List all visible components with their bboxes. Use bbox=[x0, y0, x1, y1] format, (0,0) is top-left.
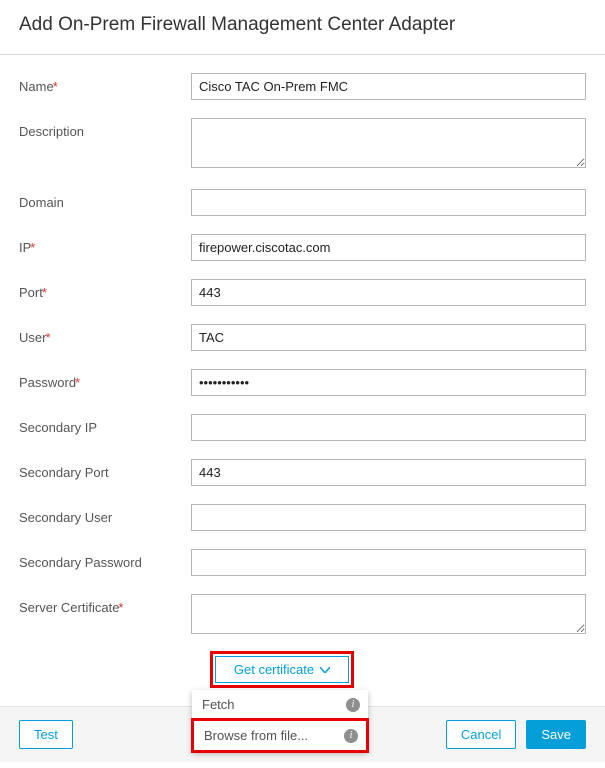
label-description: Description bbox=[19, 118, 191, 139]
domain-input[interactable] bbox=[191, 189, 586, 216]
label-ip: IP* bbox=[19, 234, 191, 255]
form: Name* Description Domain IP* Port* User*… bbox=[0, 55, 605, 688]
ip-input[interactable] bbox=[191, 234, 586, 261]
save-button[interactable]: Save bbox=[526, 720, 586, 749]
get-certificate-button[interactable]: Get certificate bbox=[215, 656, 349, 683]
label-password: Password* bbox=[19, 369, 191, 390]
label-secondary-user: Secondary User bbox=[19, 504, 191, 525]
password-input[interactable] bbox=[191, 369, 586, 396]
label-domain: Domain bbox=[19, 189, 191, 210]
cancel-button[interactable]: Cancel bbox=[446, 720, 516, 749]
name-input[interactable] bbox=[191, 73, 586, 100]
menu-item-fetch-label: Fetch bbox=[202, 697, 235, 712]
label-user: User* bbox=[19, 324, 191, 345]
secondary-port-input[interactable] bbox=[191, 459, 586, 486]
label-secondary-ip: Secondary IP bbox=[19, 414, 191, 435]
port-input[interactable] bbox=[191, 279, 586, 306]
page-title: Add On-Prem Firewall Management Center A… bbox=[0, 0, 605, 55]
description-textarea[interactable] bbox=[191, 118, 586, 168]
test-button[interactable]: Test bbox=[19, 720, 73, 749]
get-certificate-menu: Fetch i Browse from file... i bbox=[192, 690, 368, 752]
menu-item-fetch[interactable]: Fetch i bbox=[192, 690, 368, 719]
secondary-password-input[interactable] bbox=[191, 549, 586, 576]
label-secondary-port: Secondary Port bbox=[19, 459, 191, 480]
label-server-certificate: Server Certificate* bbox=[19, 594, 191, 615]
info-icon: i bbox=[346, 698, 360, 712]
menu-item-browse-label: Browse from file... bbox=[204, 728, 308, 743]
chevron-down-icon bbox=[320, 667, 330, 673]
get-certificate-label: Get certificate bbox=[234, 662, 314, 677]
menu-item-browse[interactable]: Browse from file... i bbox=[191, 718, 369, 753]
user-input[interactable] bbox=[191, 324, 586, 351]
label-port: Port* bbox=[19, 279, 191, 300]
label-secondary-password: Secondary Password bbox=[19, 549, 191, 570]
get-certificate-highlight: Get certificate bbox=[210, 651, 354, 688]
label-name: Name* bbox=[19, 73, 191, 94]
server-certificate-textarea[interactable] bbox=[191, 594, 586, 634]
secondary-ip-input[interactable] bbox=[191, 414, 586, 441]
secondary-user-input[interactable] bbox=[191, 504, 586, 531]
info-icon: i bbox=[344, 729, 358, 743]
